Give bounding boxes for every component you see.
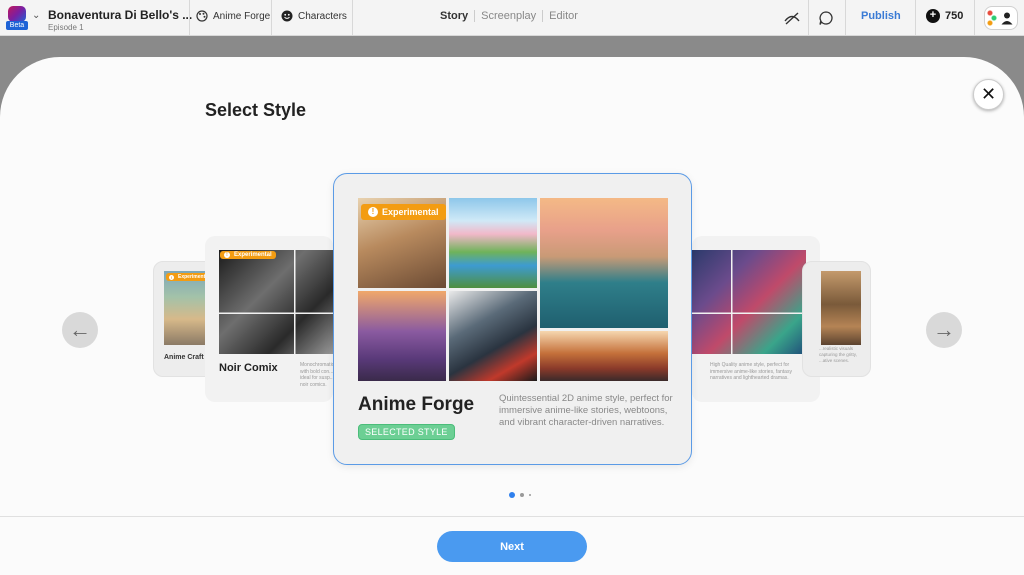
style-description: Monochromatic ... with bold con... ideal… xyxy=(300,362,333,388)
preview-tile-valley xyxy=(449,198,537,288)
preview-tile-street xyxy=(540,331,668,381)
style-modal: ✕ Select Style ! Experimental Anime Craft… xyxy=(0,57,1024,575)
mode-switcher: Story Screenplay Editor xyxy=(440,10,584,22)
pager-dot[interactable] xyxy=(520,493,524,497)
app-logo[interactable]: Beta xyxy=(6,6,28,30)
mode-editor[interactable]: Editor xyxy=(542,10,584,22)
beta-badge: Beta xyxy=(6,21,28,30)
close-icon: ✕ xyxy=(980,84,997,104)
avatar[interactable] xyxy=(984,6,1018,30)
divider xyxy=(808,0,809,36)
style-description: High Quality anime style, perfect for im… xyxy=(710,362,792,381)
preview-tile-kimono-girl xyxy=(540,198,668,328)
smiley-icon xyxy=(281,10,293,22)
episode-label: Episode 1 xyxy=(48,23,84,32)
credits-counter[interactable]: + 750 xyxy=(926,9,963,23)
prev-style-button[interactable]: ← xyxy=(62,312,98,348)
top-bar: Beta ⌄ Bonaventura Di Bello's ... Episod… xyxy=(0,0,1024,36)
style-menu-item[interactable]: Anime Forge xyxy=(196,10,270,22)
divider xyxy=(352,0,353,36)
plus-icon: + xyxy=(926,9,940,23)
mode-story[interactable]: Story xyxy=(440,10,474,22)
style-thumbnail xyxy=(821,271,861,345)
experimental-badge: ! Experimental xyxy=(220,251,276,259)
status-dots xyxy=(987,10,997,26)
next-style-button[interactable]: → xyxy=(926,312,962,348)
user-icon xyxy=(1001,12,1013,25)
pager-dot-active[interactable] xyxy=(509,492,515,498)
style-card-noir-comix[interactable]: !Experimental Noir Comix Monochromatic .… xyxy=(205,236,333,402)
style-thumbnail xyxy=(692,250,806,354)
comment-icon[interactable] xyxy=(817,9,835,27)
info-icon: ! xyxy=(368,207,378,217)
style-thumbnail xyxy=(219,250,333,354)
info-icon: ! xyxy=(224,252,230,258)
project-switcher[interactable]: Bonaventura Di Bello's ... Episode 1 xyxy=(48,8,192,32)
pager-dot[interactable] xyxy=(529,494,531,496)
chevron-down-icon[interactable]: ⌄ xyxy=(32,10,40,21)
characters-menu-label: Characters xyxy=(298,10,347,22)
close-button[interactable]: ✕ xyxy=(973,79,1004,110)
arrow-right-icon: → xyxy=(933,317,955,342)
style-menu-label: Anime Forge xyxy=(213,10,271,22)
selected-style-badge: SELECTED STYLE xyxy=(358,424,455,440)
publish-button[interactable]: Publish xyxy=(861,10,901,22)
style-card-far-right[interactable]: ...realistic visuals capturing the gritt… xyxy=(802,261,871,377)
style-card-anime-forge[interactable]: ! Experimental Anime Forge SELECTED STYLE… xyxy=(333,173,692,465)
info-icon: ! xyxy=(169,274,174,280)
style-preview-grid: ! Experimental xyxy=(358,198,668,381)
style-card-right[interactable]: High Quality anime style, perfect for im… xyxy=(692,236,820,402)
logo-mark xyxy=(8,6,26,22)
preview-tile-warrior xyxy=(449,291,537,381)
style-name: Noir Comix xyxy=(219,362,278,374)
style-description: ...realistic visuals capturing the gritt… xyxy=(819,346,857,363)
characters-menu-item[interactable]: Characters xyxy=(281,10,347,22)
carousel-pager xyxy=(509,492,531,498)
project-title: Bonaventura Di Bello's ... xyxy=(48,8,193,22)
footer-divider xyxy=(0,516,1024,517)
arrow-left-icon: ← xyxy=(69,317,91,342)
hide-icon[interactable] xyxy=(783,9,801,27)
style-name: Anime Craft xyxy=(164,354,204,361)
credits-value: 750 xyxy=(945,10,964,22)
divider xyxy=(974,0,975,36)
style-name: Anime Forge xyxy=(358,394,475,415)
divider xyxy=(915,0,916,36)
experimental-badge: ! Experimental xyxy=(361,204,446,220)
divider xyxy=(845,0,846,36)
style-description: Quintessential 2D anime style, perfect f… xyxy=(499,393,673,428)
palette-icon xyxy=(196,10,208,22)
preview-tile-samurai xyxy=(358,291,446,381)
modal-title: Select Style xyxy=(205,100,307,120)
mode-screenplay[interactable]: Screenplay xyxy=(474,10,542,22)
divider xyxy=(189,0,190,36)
divider xyxy=(271,0,272,36)
next-button[interactable]: Next xyxy=(437,531,587,562)
